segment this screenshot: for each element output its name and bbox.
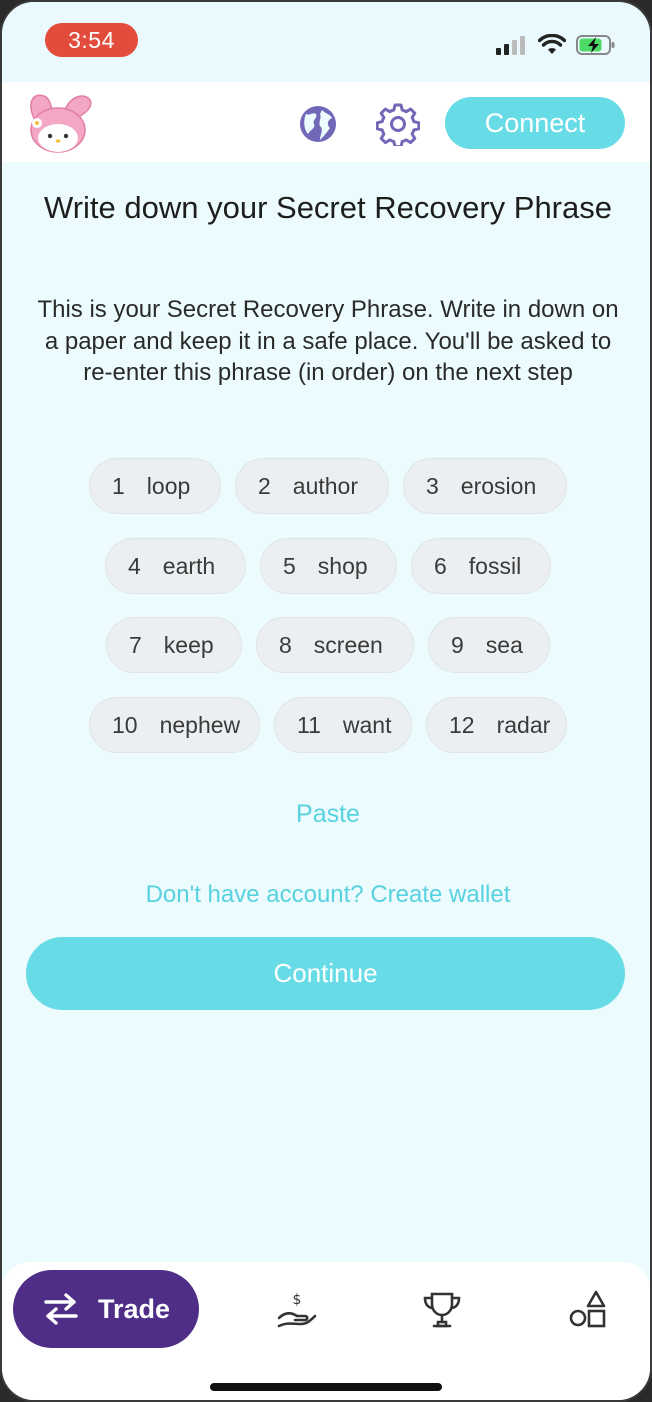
status-time: 3:54 — [45, 23, 138, 57]
word-number: 12 — [449, 711, 475, 738]
word-text: loop — [146, 472, 191, 499]
page-title: Write down your Secret Recovery Phrase — [44, 190, 612, 225]
shapes-icon[interactable] — [566, 1288, 610, 1332]
word-chip: 9 sea — [428, 617, 550, 673]
word-text: shop — [317, 552, 368, 579]
word-number: 10 — [112, 711, 138, 738]
word-number: 7 — [129, 631, 142, 658]
status-bar: 3:54 — [2, 2, 650, 82]
word-chip: 12 radar — [426, 697, 567, 753]
word-number: 1 — [112, 472, 125, 499]
app-header: Connect — [2, 82, 650, 162]
word-chip: 3 erosion — [403, 458, 567, 514]
word-text: radar — [496, 711, 551, 738]
nav-trade-label: Trade — [97, 1293, 171, 1324]
word-chip: 1 loop — [89, 458, 221, 514]
word-number: 11 — [297, 711, 321, 738]
word-chip: 8 screen — [256, 617, 414, 673]
word-text: sea — [485, 631, 523, 658]
word-row: 10 nephew 11 want 12 radar — [2, 697, 650, 753]
paste-link[interactable]: Paste — [2, 800, 650, 829]
word-row: 4 earth 5 shop 6 fossil — [2, 538, 650, 594]
word-chip: 4 earth — [105, 538, 246, 594]
word-text: screen — [313, 631, 383, 658]
word-text: want — [342, 711, 392, 738]
word-text: nephew — [159, 711, 241, 738]
trophy-icon[interactable] — [420, 1288, 464, 1332]
word-chip: 11 want — [274, 697, 412, 753]
phone-screen: 3:54 Connect Write down your Secret Reco… — [0, 0, 652, 1402]
word-number: 2 — [258, 472, 271, 499]
svg-text:$: $ — [293, 1292, 302, 1308]
word-number: 5 — [283, 552, 296, 579]
word-row: 1 loop 2 author 3 erosion — [2, 458, 650, 514]
home-indicator[interactable] — [210, 1383, 442, 1391]
word-chip: 2 author — [235, 458, 389, 514]
word-row: 7 keep 8 screen 9 sea — [2, 617, 650, 673]
word-number: 9 — [451, 631, 464, 658]
globe-icon[interactable] — [298, 104, 338, 144]
nav-trade-button[interactable]: Trade — [13, 1270, 199, 1348]
page-description: This is your Secret Recovery Phrase. Wri… — [37, 296, 619, 386]
create-wallet-link[interactable]: Don't have account? Create wallet — [2, 881, 650, 909]
wifi-icon — [538, 34, 566, 54]
continue-button[interactable]: Continue — [26, 937, 625, 1010]
status-icons — [496, 30, 616, 60]
word-chip: 5 shop — [260, 538, 397, 594]
word-text: erosion — [460, 472, 537, 499]
word-chip: 6 fossil — [411, 538, 551, 594]
word-text: earth — [162, 552, 216, 579]
cellular-signal-icon — [496, 36, 525, 55]
battery-charging-icon — [576, 35, 615, 55]
my-melody-logo-icon[interactable] — [24, 90, 94, 156]
word-text: author — [292, 472, 359, 499]
earn-icon[interactable]: $ — [275, 1288, 319, 1332]
bottom-nav: Trade $ — [2, 1262, 650, 1400]
word-chip: 7 keep — [106, 617, 242, 673]
connect-button[interactable]: Connect — [445, 97, 625, 149]
word-text: keep — [163, 631, 214, 658]
word-text: fossil — [468, 552, 522, 579]
word-chip: 10 nephew — [89, 697, 260, 753]
word-number: 8 — [279, 631, 292, 658]
word-number: 6 — [434, 552, 447, 579]
settings-gear-icon[interactable] — [376, 102, 420, 146]
word-number: 4 — [128, 552, 141, 579]
trade-icon — [44, 1293, 78, 1325]
word-number: 3 — [426, 472, 439, 499]
